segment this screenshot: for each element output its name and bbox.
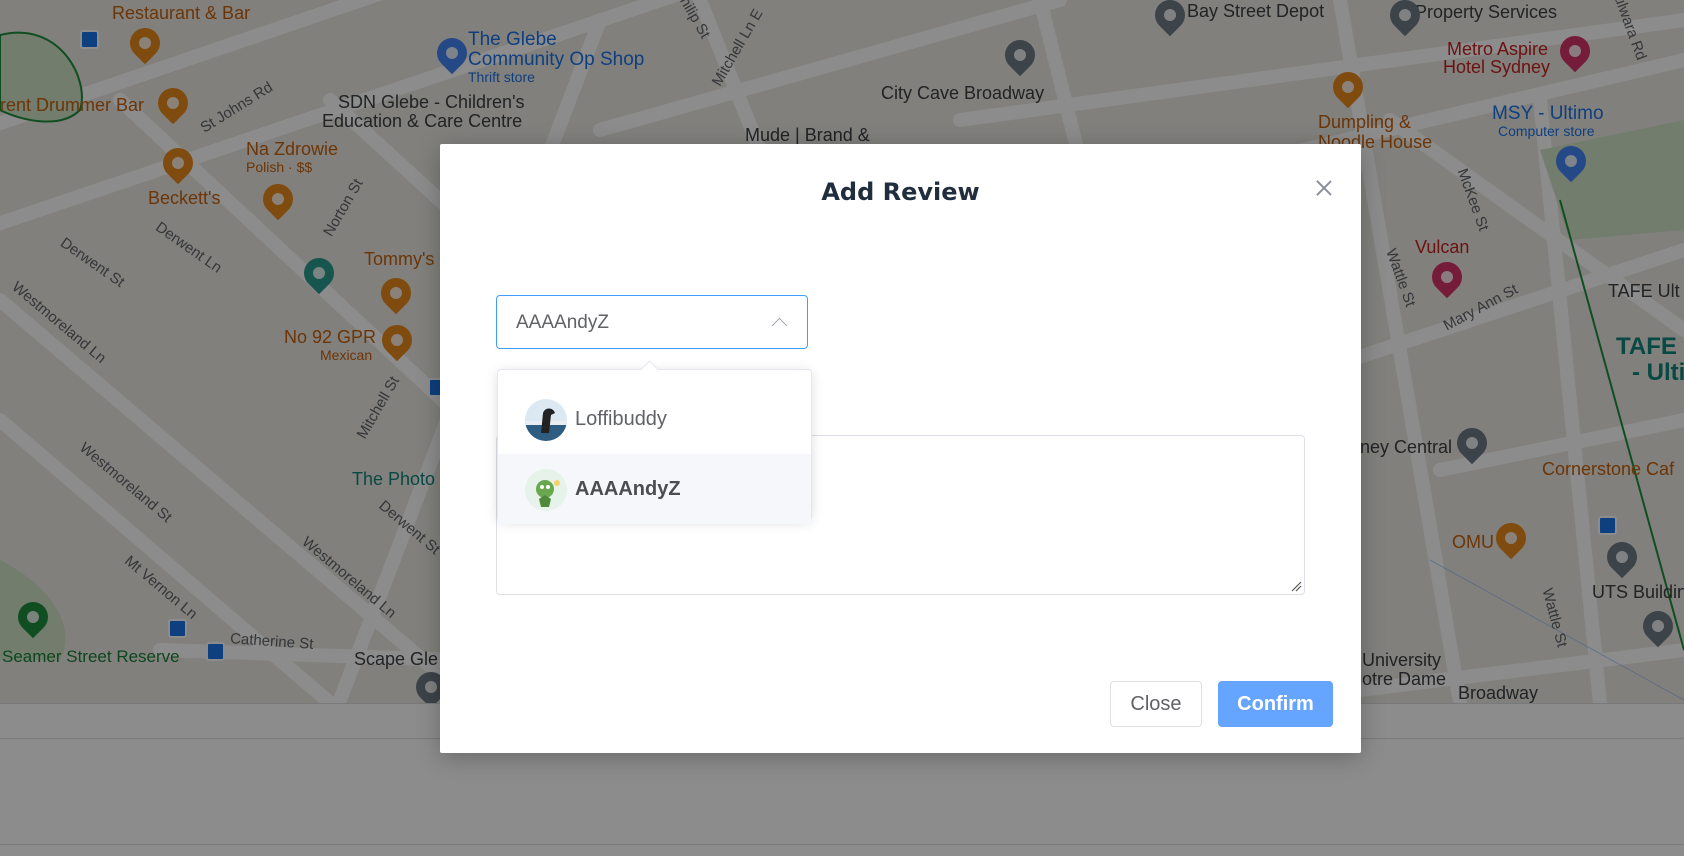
dialog-title: Add Review bbox=[821, 178, 980, 206]
confirm-button[interactable]: Confirm bbox=[1218, 681, 1333, 727]
user-select[interactable]: AAAAndyZ bbox=[496, 295, 808, 349]
option-loffibuddy[interactable]: Loffibuddy bbox=[498, 384, 811, 454]
close-icon[interactable] bbox=[1310, 174, 1338, 202]
option-label: AAAAndyZ bbox=[575, 478, 681, 500]
resize-handle-icon[interactable] bbox=[1290, 580, 1302, 592]
avatar-aaaandyz bbox=[525, 469, 567, 511]
page: Restaurant & Bar The Glebe Community Op … bbox=[0, 0, 1684, 856]
user-select-value: AAAAndyZ bbox=[516, 312, 609, 333]
option-label: Loffibuddy bbox=[575, 408, 667, 430]
user-select-dropdown: Loffibuddy AAAAndyZ bbox=[497, 360, 812, 524]
dropdown-caret bbox=[640, 360, 659, 379]
add-review-dialog: Add Review AAAAndyZ Loffibuddy AAAAndyZ … bbox=[440, 144, 1361, 753]
chevron-up-icon bbox=[771, 317, 788, 334]
avatar-loffibuddy bbox=[525, 399, 567, 441]
option-aaaandyz[interactable]: AAAAndyZ bbox=[498, 454, 811, 524]
close-button[interactable]: Close bbox=[1110, 681, 1202, 727]
